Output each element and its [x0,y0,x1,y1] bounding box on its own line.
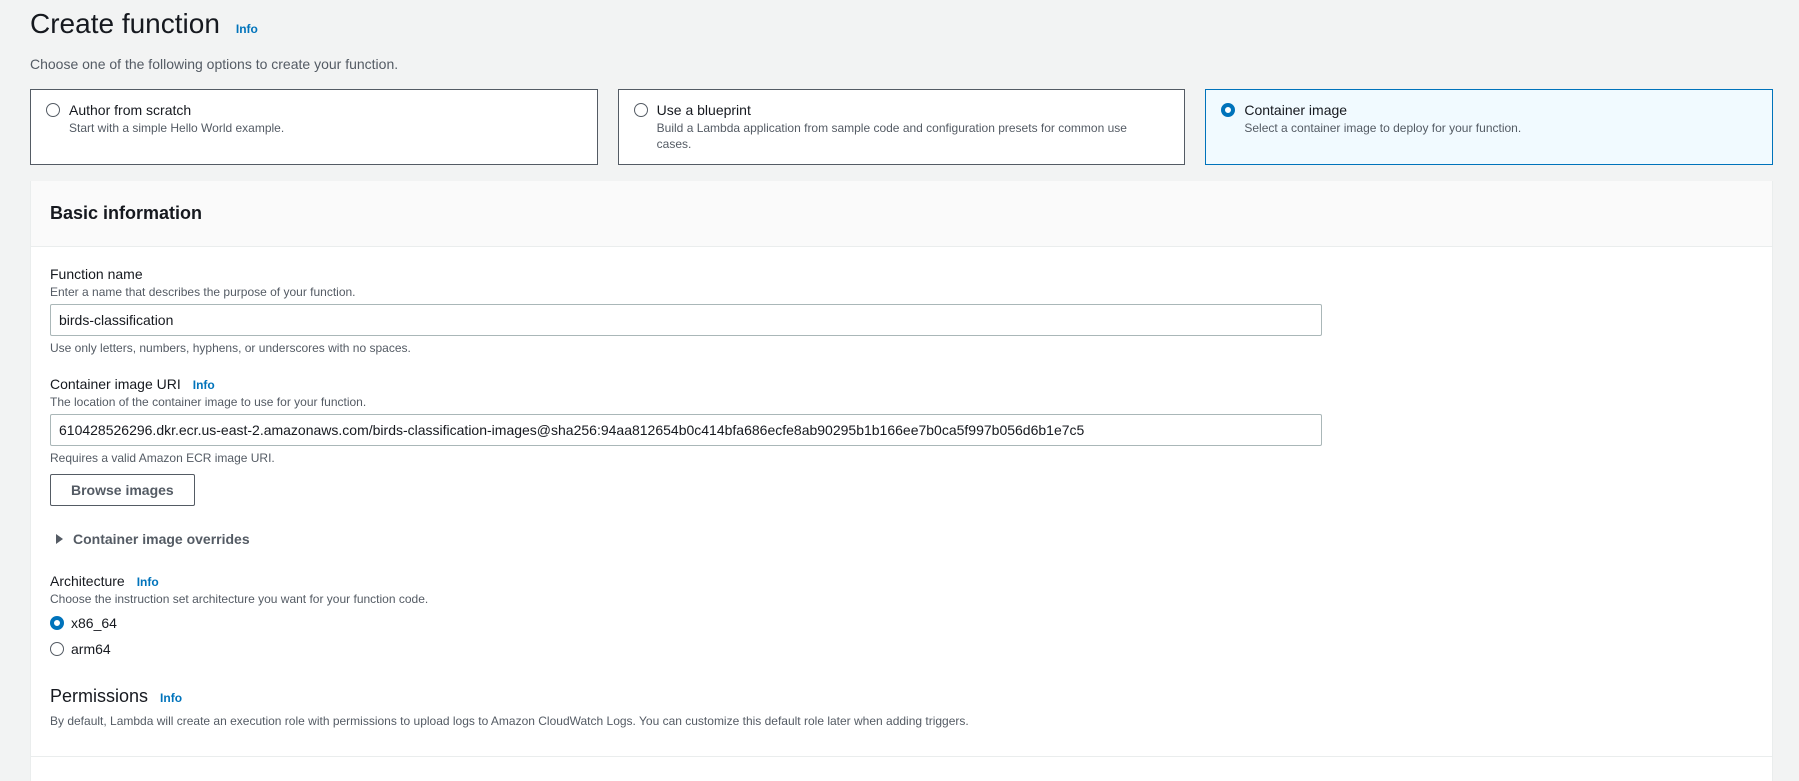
option-text: Container image Select a container image… [1244,101,1521,136]
function-name-constraint: Use only letters, numbers, hyphens, or u… [50,341,411,355]
image-uri-constraint: Requires a valid Amazon ECR image URI. [50,451,275,465]
function-name-input[interactable] [50,304,1322,336]
page-title-row: Create function Info [30,8,398,40]
radio-author-from-scratch[interactable] [46,103,60,117]
image-uri-label-row: Container image URI Info [50,376,1322,392]
page-title: Create function [30,8,220,39]
option-description: Start with a simple Hello World example. [69,121,285,135]
panel-divider [31,756,1772,757]
option-author-from-scratch[interactable]: Author from scratch Start with a simple … [30,89,598,165]
option-description: Build a Lambda application from sample c… [656,121,1127,151]
architecture-option-arm64[interactable]: arm64 [50,636,428,662]
caret-right-icon [56,534,63,544]
page-subtitle: Choose one of the following options to c… [30,56,399,72]
browse-images-wrapper: Browse images [50,474,195,506]
radio-x86-64[interactable] [50,616,64,630]
architecture-field: Architecture Info Choose the instruction… [50,573,428,662]
option-description: Select a container image to deploy for y… [1244,121,1522,135]
container-overrides-expander[interactable]: Container image overrides [50,531,250,547]
option-text: Author from scratch Start with a simple … [69,101,284,136]
radio-use-blueprint[interactable] [633,103,648,117]
architecture-options: x86_64 arm64 [50,610,428,662]
permissions-section: Permissions Info By default, Lambda will… [50,686,969,728]
radio-container-image[interactable] [1221,103,1236,117]
permissions-info-link[interactable]: Info [160,691,182,705]
image-uri-info-link[interactable]: Info [193,378,215,392]
image-uri-label: Container image URI [50,376,181,392]
radio-label: arm64 [71,641,111,657]
page-info-link[interactable]: Info [236,22,258,36]
image-uri-field: Container image URI Info The location of… [50,376,1322,465]
function-name-field: Function name Enter a name that describe… [50,266,1322,355]
permissions-label-row: Permissions Info [50,686,969,707]
panel-header: Basic information [31,181,1772,247]
radio-label: x86_64 [71,615,117,631]
panel-title: Basic information [50,203,203,223]
option-container-image[interactable]: Container image Select a container image… [1205,89,1774,165]
creation-options: Author from scratch Start with a simple … [30,89,1774,165]
function-name-description: Enter a name that describes the purpose … [50,285,356,299]
page-header: Create function Info Choose one of the f… [30,8,398,72]
option-text: Use a blueprint Build a Lambda applicati… [657,101,1157,152]
architecture-description: Choose the instruction set architecture … [50,592,429,606]
radio-arm64[interactable] [50,642,64,656]
container-overrides-label: Container image overrides [73,531,250,547]
architecture-label: Architecture [50,573,125,589]
architecture-info-link[interactable]: Info [137,575,159,589]
function-name-label: Function name [50,266,143,282]
option-title: Use a blueprint [656,102,751,118]
browse-images-button[interactable]: Browse images [50,474,195,506]
permissions-description: By default, Lambda will create an execut… [50,714,969,728]
option-title: Author from scratch [69,102,192,118]
option-use-blueprint[interactable]: Use a blueprint Build a Lambda applicati… [617,89,1186,165]
architecture-option-x86-64[interactable]: x86_64 [50,610,428,636]
expander[interactable]: Container image overrides [50,531,250,547]
image-uri-input[interactable] [50,414,1322,446]
option-title: Container image [1244,102,1348,118]
architecture-label-row: Architecture Info [50,573,428,589]
permissions-title: Permissions [50,686,149,706]
image-uri-description: The location of the container image to u… [50,395,367,409]
basic-information-panel: Basic information Function name Enter a … [30,181,1773,781]
